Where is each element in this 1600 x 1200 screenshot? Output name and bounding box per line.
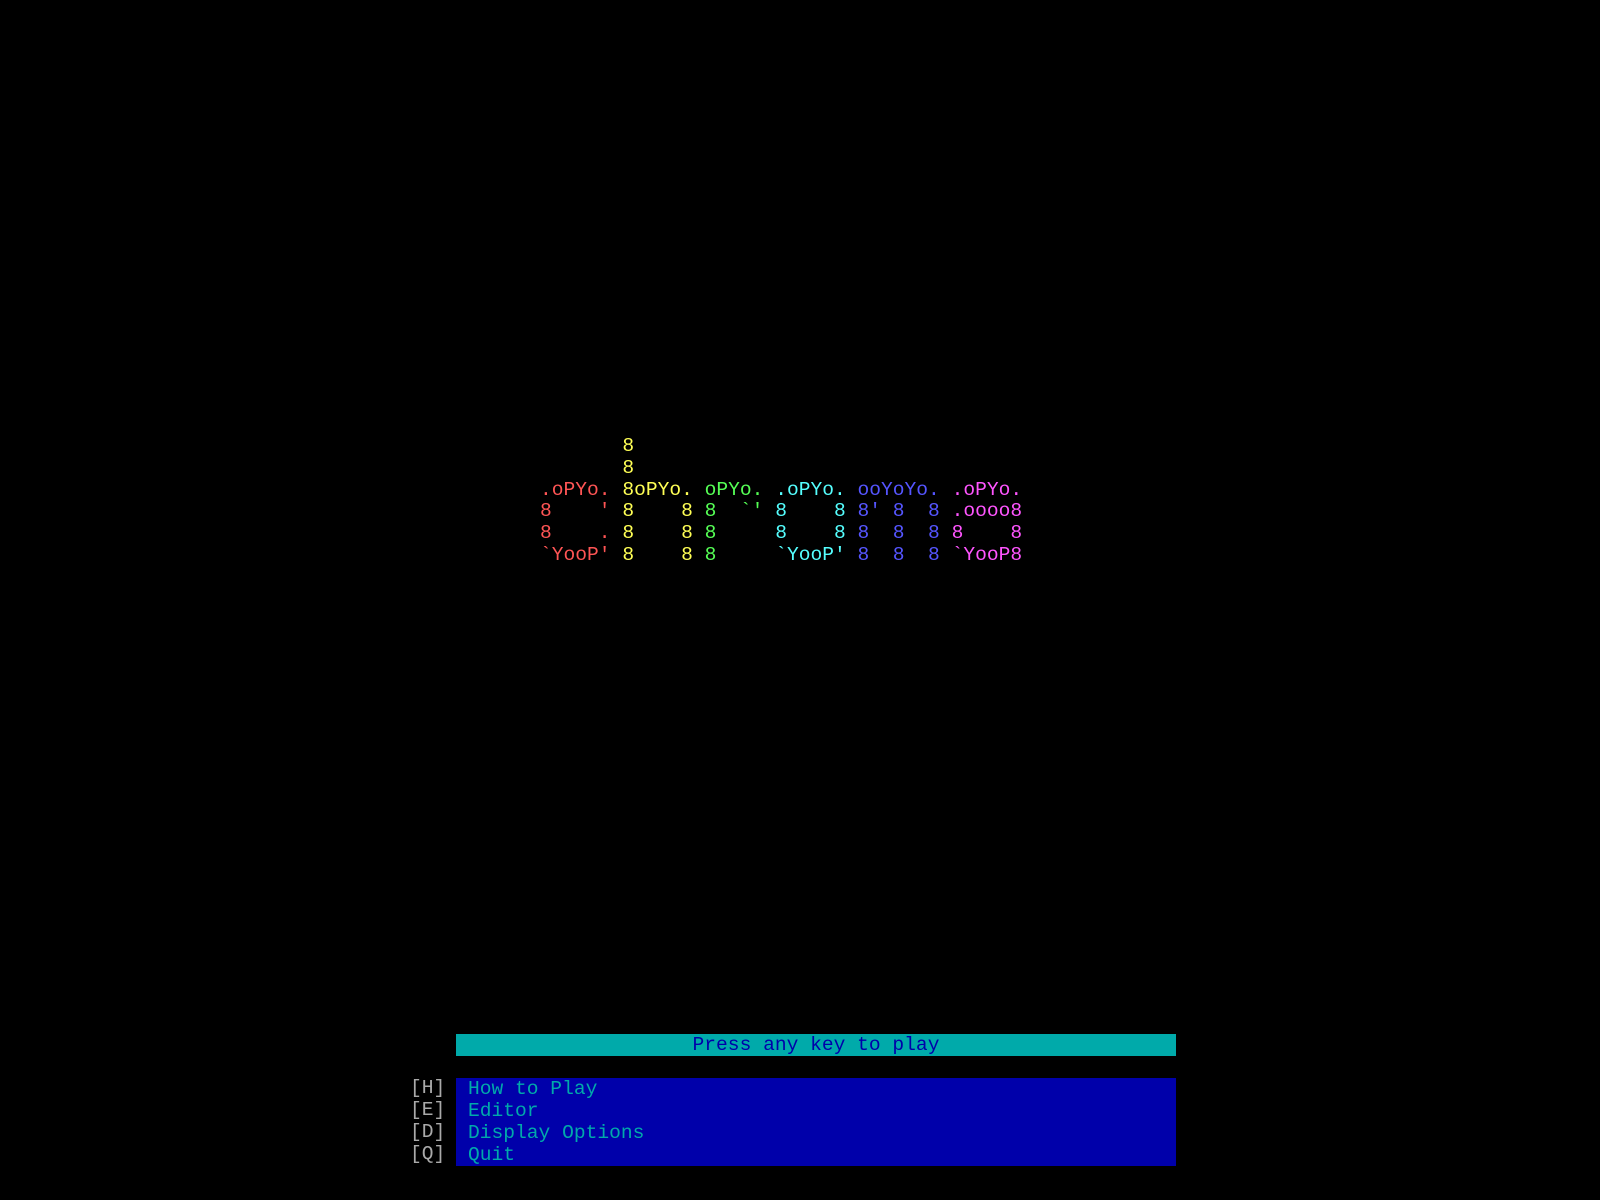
logo-segment: 8oPYo. <box>622 478 705 501</box>
logo-segment: 8 <box>704 522 776 545</box>
logo-segment <box>540 457 622 479</box>
logo-segment: `YooP' <box>540 543 623 566</box>
menu-item-how-to-play[interactable]: How to Play <box>456 1078 1176 1100</box>
logo-segment: 8 8 <box>622 522 705 545</box>
logo-segment: 8 8 <box>622 543 705 566</box>
shortcut-key-display-options: [D] <box>410 1121 446 1143</box>
logo-line: 8 <box>540 456 1022 480</box>
logo-segment: 8 8 <box>622 500 705 523</box>
logo-segment: 8 <box>622 435 635 457</box>
menu-item-display-options[interactable]: Display Options <box>456 1122 1176 1144</box>
logo-segment: .oPYo. <box>951 478 1023 501</box>
logo-line: .oPYo. 8oPYo. oPYo. .oPYo. ooYoYo. .oPYo… <box>540 478 1023 502</box>
press-any-key-prompt[interactable]: Press any key to play <box>456 1034 1176 1056</box>
logo-segment: 8' 8 8 <box>857 500 952 523</box>
logo-segment <box>540 435 622 457</box>
menu-shortcut-keys: [H] [E] [D] [Q] <box>410 1077 450 1165</box>
logo-segment: 8 <box>704 543 776 566</box>
logo-segment: .oooo8 <box>951 500 1023 523</box>
logo-segment: 8 <box>622 456 635 479</box>
shortcut-key-how-to-play: [H] <box>410 1077 446 1099</box>
logo-segment: 8 8 8 <box>857 522 952 545</box>
title-logo: 8 8 .oPYo. 8oPYo. oPYo. .oPYo. ooYoYo. .o… <box>540 435 1023 567</box>
logo-line: `YooP' 8 8 8 `YooP' 8 8 8 `YooP8 <box>540 543 1023 567</box>
logo-segment: 8 8 <box>775 522 858 545</box>
logo-segment: oPYo. <box>704 478 776 501</box>
logo-segment: .oPYo. <box>775 478 858 501</box>
logo-line: 8 . 8 8 8 8 8 8 8 8 8 8 <box>540 522 1023 545</box>
logo-segment: 8 `' <box>704 500 776 523</box>
logo-segment: 8 8 8 <box>857 543 952 566</box>
shortcut-key-quit: [Q] <box>410 1143 446 1165</box>
logo-segment: 8 . <box>540 522 623 545</box>
logo-line: 8 <box>540 435 1022 458</box>
logo-line: 8 ' 8 8 8 `' 8 8 8' 8 8 .oooo8 <box>540 500 1023 523</box>
logo-segment: `YooP8 <box>951 543 1023 566</box>
menu-item-quit[interactable]: Quit <box>456 1144 1176 1166</box>
logo-segment: `YooP' <box>775 543 858 566</box>
logo-segment: .oPYo. <box>540 478 623 501</box>
logo-segment: ooYoYo. <box>857 478 952 501</box>
logo-segment: 8 8 <box>951 522 1023 545</box>
menu-item-editor[interactable]: Editor <box>456 1100 1176 1122</box>
logo-segment: 8 8 <box>775 500 858 523</box>
logo-segment: 8 ' <box>540 500 623 523</box>
main-menu: How to Play Editor Display Options Quit <box>456 1078 1176 1166</box>
shortcut-key-editor: [E] <box>410 1099 446 1121</box>
